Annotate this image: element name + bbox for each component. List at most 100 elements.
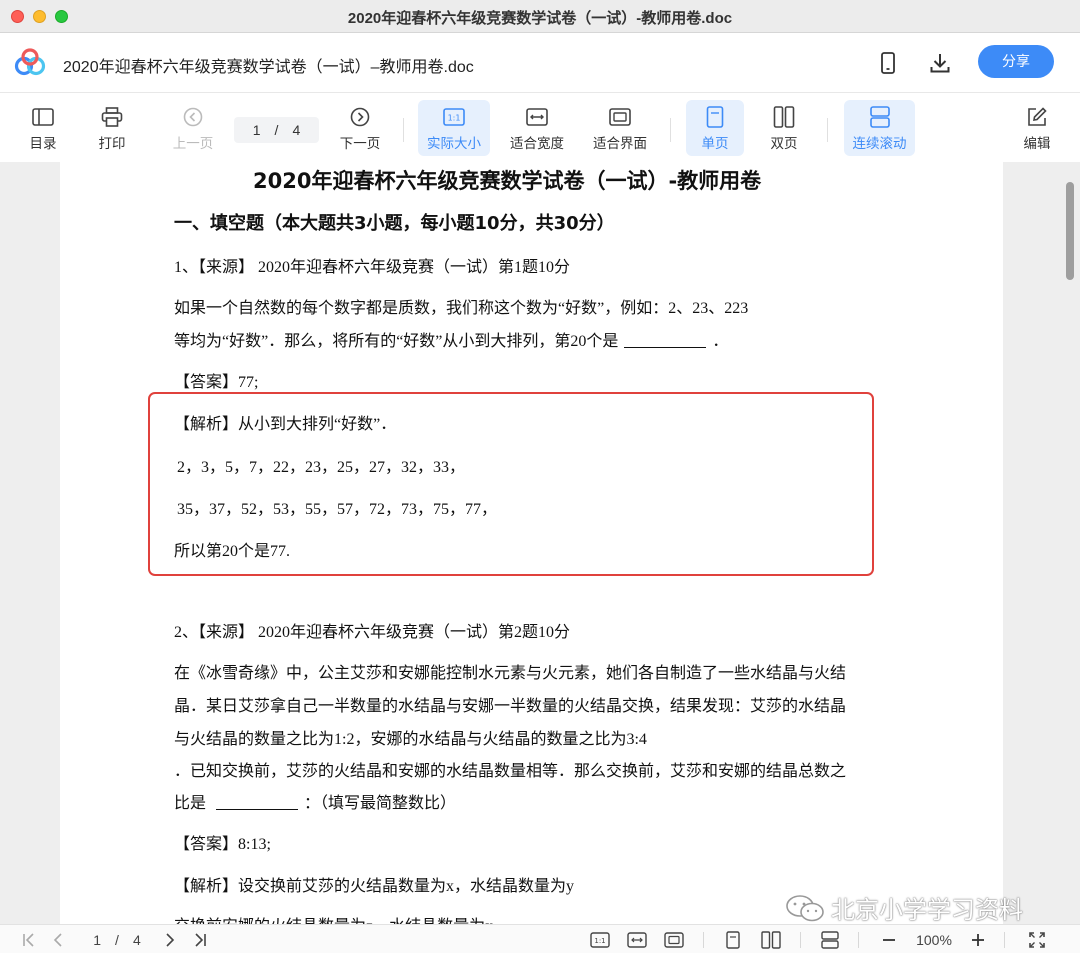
continuous-scroll-button[interactable]: 连续滚动 bbox=[844, 100, 915, 156]
fit-page-button[interactable]: 适合界面 bbox=[586, 100, 654, 156]
question1-text-line2b: ． bbox=[712, 333, 729, 350]
question1-text-line1: 如果一个自然数的每个数字都是质数，我们称这个数为“好数”，例如：2、23、223 bbox=[174, 300, 749, 317]
continuous-scroll-icon bbox=[869, 104, 891, 130]
wechat-icon bbox=[786, 894, 824, 921]
status-bar: 1 / 4 1:1 100% bbox=[0, 924, 1080, 953]
logo-icon bbox=[14, 48, 46, 76]
single-page-icon bbox=[706, 104, 724, 130]
page-number-field[interactable]: 1 / 4 bbox=[234, 117, 319, 143]
page-current: 1 bbox=[252, 122, 261, 138]
single-page-icon[interactable] bbox=[723, 929, 743, 950]
fullscreen-icon[interactable] bbox=[1026, 929, 1048, 950]
download-icon[interactable] bbox=[926, 49, 954, 77]
answer-blank bbox=[624, 332, 707, 348]
toolbar-divider bbox=[403, 118, 404, 142]
question1-text-line2: 等均为“好数”．那么，将所有的“好数”从小到大排列，第20个是 ． bbox=[174, 327, 728, 351]
status-page-indicator[interactable]: 1 / 4 bbox=[80, 929, 154, 950]
phone-icon[interactable] bbox=[874, 49, 902, 77]
fit-width-button[interactable]: 适合宽度 bbox=[503, 100, 571, 156]
question2-source: 2、【来源】 2020年迎春杯六年级竞赛（一试）第2题10分 bbox=[174, 624, 571, 641]
sidebar-icon bbox=[32, 104, 54, 130]
question1-analysis-head: 【解析】从小到大排列“好数”． bbox=[174, 416, 397, 433]
continuous-scroll-label: 连续滚动 bbox=[852, 136, 907, 151]
status-page-total: 4 bbox=[132, 931, 141, 948]
svg-text:1:1: 1:1 bbox=[448, 114, 461, 123]
section-heading: 一、填空题（本大题共3小题，每小题10分，共30分） bbox=[174, 213, 615, 234]
question2-text-line5: 比是 ：（填写最简整数比） bbox=[174, 789, 456, 813]
double-page-icon bbox=[773, 104, 795, 130]
fit-page-icon bbox=[609, 104, 631, 130]
status-divider bbox=[1004, 932, 1005, 948]
prev-page-button[interactable]: 上一页 bbox=[168, 100, 218, 156]
page-separator: / bbox=[274, 122, 279, 138]
document-viewport[interactable]: 2020年迎春杯六年级竞赛数学试卷（一试）-教师用卷 一、填空题（本大题共3小题… bbox=[0, 162, 1080, 924]
fit-width-icon[interactable] bbox=[626, 929, 648, 950]
page-total: 4 bbox=[292, 122, 301, 138]
printer-icon bbox=[101, 104, 123, 130]
question2-answer: 【答案】8:13; bbox=[174, 836, 271, 853]
document-title: 2020年迎春杯六年级竞赛数学试卷（一试）–教师用卷.doc bbox=[63, 59, 474, 76]
toolbar-divider bbox=[827, 118, 828, 142]
fit-page-icon[interactable] bbox=[663, 929, 685, 950]
watermark-text: 北京小学学习资料 bbox=[831, 896, 1023, 924]
next-page-button[interactable]: 下一页 bbox=[335, 100, 385, 156]
app-header: 2020年迎春杯六年级竞赛数学试卷（一试）–教师用卷.doc 分享 bbox=[0, 33, 1080, 93]
question2-analysis-line1: 交换前安娜的火结晶数量为z，水结晶数量为x bbox=[174, 912, 493, 924]
status-divider bbox=[858, 932, 859, 948]
double-page-button[interactable]: 双页 bbox=[756, 100, 812, 156]
document-page: 2020年迎春杯六年级竞赛数学试卷（一试）-教师用卷 一、填空题（本大题共3小题… bbox=[60, 162, 1003, 924]
double-page-icon[interactable] bbox=[760, 929, 782, 950]
question2-text-line4: ．已知交换前，艾莎的火结晶和安娜的水结晶数量相等．那么交换前，艾莎和安娜的结晶总… bbox=[174, 763, 847, 780]
question2-text-line1: 在《冰雪奇缘》中，公主艾莎和安娜能控制水元素与火元素，她们各自制造了一些水结晶与… bbox=[174, 665, 847, 682]
question1-analysis-line1: 2，3，5，7，22，23，25，27，32，33， bbox=[177, 459, 466, 476]
status-divider bbox=[800, 932, 801, 948]
actual-size-label: 实际大小 bbox=[427, 136, 481, 151]
last-page-icon[interactable] bbox=[189, 929, 211, 950]
next-page-label: 下一页 bbox=[339, 136, 381, 151]
svg-text:1:1: 1:1 bbox=[594, 937, 605, 945]
status-page-separator: / bbox=[115, 931, 119, 948]
zoom-level[interactable]: 100% bbox=[906, 929, 962, 950]
question1-analysis-line2: 35，37，52，53，55，57，72，73，75，77， bbox=[177, 501, 498, 518]
question1-source: 1、【来源】 2020年迎春杯六年级竞赛（一试）第1题10分 bbox=[174, 259, 571, 276]
edit-label: 编辑 bbox=[1023, 136, 1051, 151]
edit-button[interactable]: 编辑 bbox=[1014, 100, 1060, 156]
question1-text-line2a: 等均为“好数”．那么，将所有的“好数”从小到大排列，第20个是 bbox=[174, 333, 619, 350]
fit-width-label: 适合宽度 bbox=[510, 136, 564, 151]
zoom-out-icon[interactable] bbox=[879, 929, 899, 950]
actual-size-button[interactable]: 1:1 实际大小 bbox=[418, 100, 490, 156]
question1-answer: 【答案】77; bbox=[174, 374, 259, 391]
question2-text-line5a: 比是 bbox=[174, 795, 207, 812]
next-page-icon[interactable] bbox=[160, 929, 180, 950]
actual-size-icon[interactable]: 1:1 bbox=[589, 929, 611, 950]
single-page-button[interactable]: 单页 bbox=[686, 100, 744, 156]
double-page-label: 双页 bbox=[770, 136, 798, 151]
question2-analysis-head: 【解析】设交换前艾莎的火结晶数量为x，水结晶数量为y bbox=[174, 878, 575, 895]
prev-page-icon[interactable] bbox=[48, 929, 68, 950]
toolbar-divider bbox=[670, 118, 671, 142]
prev-page-label: 上一页 bbox=[172, 136, 214, 151]
share-button[interactable]: 分享 bbox=[978, 45, 1054, 78]
window-title: 2020年迎春杯六年级竞赛数学试卷（一试）-教师用卷.doc bbox=[347, 10, 733, 27]
vertical-scrollbar[interactable] bbox=[1066, 182, 1074, 280]
question2-text-line2: 晶．某日艾莎拿自己一半数量的水结晶与安娜一半数量的火结晶交换，结果发现：艾莎的水… bbox=[174, 698, 847, 715]
print-label: 打印 bbox=[98, 136, 126, 151]
document-heading: 2020年迎春杯六年级竞赛数学试卷（一试）-教师用卷 bbox=[253, 169, 762, 193]
edit-icon bbox=[1026, 104, 1048, 130]
question1-analysis-line3: 所以第20个是77. bbox=[174, 543, 291, 560]
question2-text-line3: 与火结晶的数量之比为1:2，安娜的水结晶与火结晶的数量之比为3:4 bbox=[174, 731, 647, 748]
print-button[interactable]: 打印 bbox=[89, 100, 135, 156]
toc-label: 目录 bbox=[29, 136, 57, 151]
chevron-left-circle-icon bbox=[183, 104, 203, 130]
status-divider bbox=[703, 932, 704, 948]
answer-blank bbox=[216, 794, 299, 810]
toc-button[interactable]: 目录 bbox=[20, 100, 66, 156]
single-page-label: 单页 bbox=[701, 136, 729, 151]
viewer-toolbar: 目录 打印 上一页 1 / 4 下一页 1:1 实际大小 适合宽度 适合界面 单… bbox=[0, 94, 1080, 162]
fit-page-label: 适合界面 bbox=[593, 136, 647, 151]
continuous-scroll-icon[interactable] bbox=[819, 929, 841, 950]
first-page-icon[interactable] bbox=[18, 929, 40, 950]
question2-text-line5b: ：（填写最简整数比） bbox=[304, 795, 457, 812]
chevron-right-circle-icon bbox=[350, 104, 370, 130]
zoom-in-icon[interactable] bbox=[968, 929, 988, 950]
